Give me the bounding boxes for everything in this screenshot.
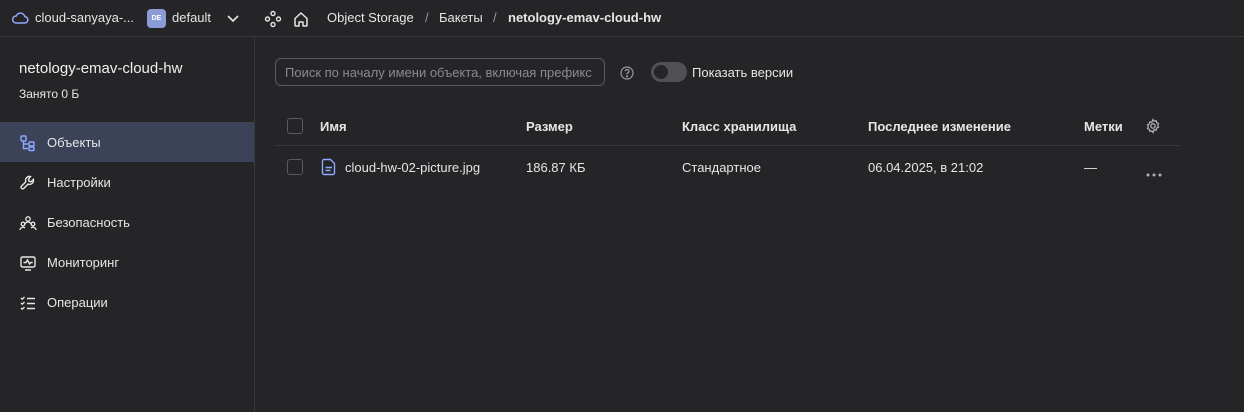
file-name-link[interactable]: cloud-hw-02-picture.jpg [345,160,480,175]
sidebar-item-label: Настройки [47,175,111,190]
chevron-down-icon[interactable] [226,11,240,28]
search-input[interactable] [275,58,605,86]
breadcrumb-separator: / [425,10,429,25]
breadcrumb-current-bucket: netology-emav-cloud-hw [508,10,662,25]
show-versions-toggle[interactable] [651,62,687,82]
home-icon[interactable] [292,10,310,31]
sidebar-item-objects[interactable]: Объекты [0,122,254,162]
column-header-tags: Метки [1084,119,1123,134]
sidebar-item-security[interactable]: Безопасность [0,202,254,242]
breadcrumb-buckets[interactable]: Бакеты [439,10,483,25]
select-all-checkbox[interactable] [287,118,303,134]
sidebar-item-label: Объекты [47,135,101,150]
sidebar-item-label: Операции [47,295,108,310]
column-header-storage-class[interactable]: Класс хранилища [682,119,796,134]
sidebar: netology-emav-cloud-hw Занято 0 Б Объект… [0,37,255,412]
users-icon [19,214,37,232]
table-header-divider [275,145,1180,146]
file-icon [321,158,337,179]
sidebar-item-label: Безопасность [47,215,130,230]
column-header-modified[interactable]: Последнее изменение [868,119,1011,134]
sidebar-item-operations[interactable]: Операции [0,282,254,322]
top-bar: cloud-sanyaya-... DE default Object Stor… [0,0,1244,37]
services-icon[interactable] [264,10,282,31]
file-tags: — [1084,160,1097,175]
show-versions-label[interactable]: Показать версии [692,65,793,80]
main-content: Показать версии Имя Размер Класс хранили… [256,38,1244,412]
help-icon[interactable] [620,66,634,83]
file-storage-class: Стандартное [682,160,761,175]
cloud-icon[interactable] [11,10,29,29]
sidebar-item-settings[interactable]: Настройки [0,162,254,202]
bucket-used-space: Занято 0 Б [19,87,80,101]
cloud-selector[interactable]: cloud-sanyaya-... [35,10,134,25]
list-icon [19,294,37,312]
file-size: 186.87 КБ [526,160,586,175]
sidebar-item-monitoring[interactable]: Мониторинг [0,242,254,282]
file-modified: 06.04.2025, в 21:02 [868,160,984,175]
objects-icon [19,134,37,152]
breadcrumb-separator: / [493,10,497,25]
toggle-knob [654,65,668,79]
row-checkbox[interactable] [287,159,303,175]
gear-icon[interactable] [1145,118,1161,137]
monitor-icon [19,254,37,272]
bucket-title: netology-emav-cloud-hw [19,60,183,77]
more-actions-icon[interactable] [1146,165,1162,180]
folder-badge[interactable]: DE [147,9,166,28]
breadcrumb-object-storage[interactable]: Object Storage [327,10,414,25]
column-header-size[interactable]: Размер [526,119,573,134]
wrench-icon [19,174,37,192]
folder-selector[interactable]: default [172,10,211,25]
sidebar-item-label: Мониторинг [47,255,120,270]
column-header-name[interactable]: Имя [320,119,347,134]
